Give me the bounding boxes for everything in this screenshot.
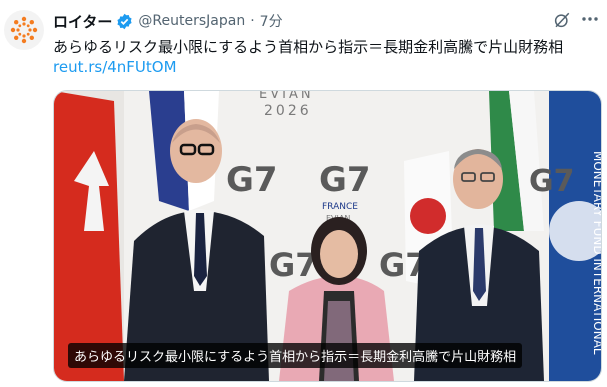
verified-badge-icon	[116, 13, 133, 30]
g7-label: FRANCE	[322, 202, 358, 212]
tweet: ロイター @ReutersJapan · 7分 あらゆるリスク最小限にするよう首…	[0, 0, 607, 387]
grok-icon[interactable]	[553, 11, 571, 29]
imf-text: MONETARY FUND INTERNATIONAL	[591, 151, 601, 355]
post-image[interactable]: EVIAN 2026 G7 FRANCE EVIAN G7 G7 G7 G7 M…	[53, 90, 602, 382]
tweet-header: ロイター @ReutersJapan · 7分	[53, 10, 283, 32]
more-icon[interactable]	[580, 8, 600, 30]
g7-mark-4: G7	[269, 246, 318, 284]
time-separator: ·	[250, 13, 255, 29]
g7-mark: G7	[319, 160, 371, 200]
g7-mark-2: G7	[226, 160, 278, 200]
image-caption: あらゆるリスク最小限にするよう首相から指示＝長期金利高騰で片山財務相	[68, 343, 523, 368]
photo: EVIAN 2026 G7 FRANCE EVIAN G7 G7 G7 G7 M…	[54, 91, 601, 381]
backdrop-evian: EVIAN	[259, 91, 314, 102]
author-handle[interactable]: @ReutersJapan	[138, 13, 245, 29]
author-name[interactable]: ロイター	[53, 11, 112, 32]
post-time[interactable]: 7分	[260, 11, 283, 31]
post-text: あらゆるリスク最小限にするよう首相から指示＝長期金利高騰で片山財務相	[53, 38, 564, 56]
avatar[interactable]	[4, 10, 44, 50]
post-link[interactable]: reut.rs/4nFUtOM	[53, 58, 177, 76]
backdrop-year: 2026	[264, 103, 312, 119]
reuters-logo-icon	[10, 16, 38, 44]
g7-mark-3: G7	[529, 164, 575, 199]
